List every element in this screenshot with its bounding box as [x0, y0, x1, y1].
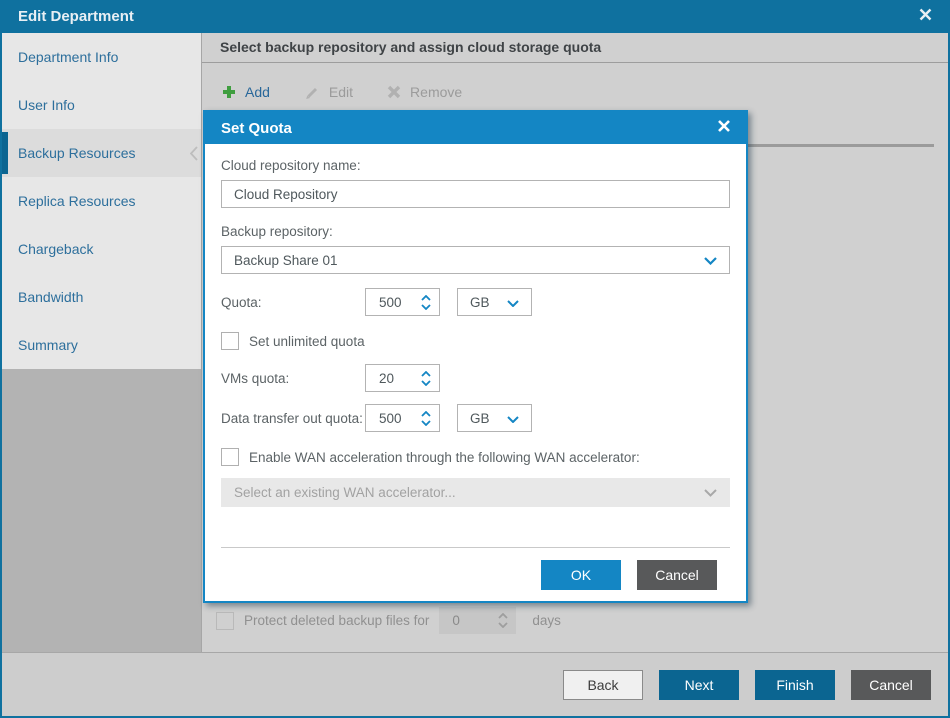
backup-repo-value: Backup Share 01 — [234, 252, 338, 268]
sidebar-items: Department Info User Info Backup Resourc… — [2, 33, 201, 369]
window-close-button[interactable] — [914, 6, 936, 28]
back-button[interactable]: Back — [563, 669, 643, 700]
chevron-up-icon[interactable] — [421, 294, 431, 301]
set-quota-close-button[interactable] — [712, 116, 736, 140]
chevron-down-icon[interactable] — [498, 622, 508, 629]
wan-accelerator-select[interactable]: Select an existing WAN accelerator... — [221, 478, 730, 507]
quota-unit-value: GB — [470, 294, 490, 310]
wan-acceleration-checkbox[interactable] — [221, 448, 239, 466]
quota-unit-select[interactable]: GB — [457, 288, 532, 316]
transfer-quota-label: Data transfer out quota: — [221, 410, 363, 426]
sidebar-item-replica-resources[interactable]: Replica Resources — [2, 177, 201, 225]
protect-deleted-files-checkbox[interactable] — [216, 611, 234, 630]
sidebar-item-summary[interactable]: Summary — [2, 321, 201, 369]
stepper-arrows — [498, 612, 516, 629]
set-quota-titlebar: Set Quota — [205, 112, 746, 144]
set-quota-body: Cloud repository name: Backup repository… — [205, 144, 746, 590]
repo-name-input[interactable] — [221, 180, 730, 208]
chevron-down-icon[interactable] — [421, 303, 431, 310]
unlimited-quota-row: Set unlimited quota — [221, 332, 730, 350]
chevron-down-icon[interactable] — [421, 379, 431, 386]
set-quota-title: Set Quota — [221, 119, 292, 137]
vms-quota-value: 20 — [379, 370, 395, 386]
edit-department-window: Edit Department Department Info User Inf… — [0, 0, 950, 718]
set-quota-dialog: Set Quota Cloud repository name: Backup … — [203, 110, 748, 603]
stepper-arrows — [421, 370, 439, 386]
chevron-up-icon[interactable] — [421, 410, 431, 417]
x-icon — [387, 85, 401, 99]
ok-button[interactable]: OK — [541, 560, 621, 590]
sidebar-item-label: Bandwidth — [18, 289, 84, 305]
chevron-up-icon[interactable] — [498, 612, 508, 619]
sidebar-item-chargeback[interactable]: Chargeback — [2, 225, 201, 273]
pencil-icon — [304, 84, 320, 100]
wizard-footer: Back Next Finish Cancel — [2, 652, 948, 716]
sidebar-item-user-info[interactable]: User Info — [2, 81, 201, 129]
list-divider — [748, 144, 934, 147]
quota-row: Quota: 500 GB — [221, 288, 730, 316]
unlimited-quota-label: Set unlimited quota — [249, 333, 365, 349]
transfer-quota-row: Data transfer out quota: 500 GB — [221, 404, 730, 432]
protect-deleted-files-label: Protect deleted backup files for — [244, 613, 430, 628]
transfer-unit-select[interactable]: GB — [457, 404, 532, 432]
wan-acceleration-label: Enable WAN acceleration through the foll… — [249, 449, 640, 465]
close-icon — [919, 8, 932, 25]
close-icon — [717, 119, 731, 137]
chevron-down-icon — [704, 253, 717, 268]
wizard-sidebar: Department Info User Info Backup Resourc… — [2, 33, 202, 652]
transfer-unit-value: GB — [470, 410, 490, 426]
finish-button[interactable]: Finish — [755, 669, 835, 700]
sidebar-item-label: Replica Resources — [18, 193, 136, 209]
vms-quota-stepper[interactable]: 20 — [365, 364, 440, 392]
sidebar-item-label: Chargeback — [18, 241, 94, 257]
backup-repo-select[interactable]: Backup Share 01 — [221, 246, 730, 274]
wan-acceleration-row: Enable WAN acceleration through the foll… — [221, 448, 730, 466]
remove-button[interactable]: Remove — [387, 84, 462, 100]
sidebar-item-label: Department Info — [18, 49, 119, 65]
protect-days-suffix: days — [532, 613, 561, 628]
quota-stepper[interactable]: 500 — [365, 288, 440, 316]
vms-quota-label: VMs quota: — [221, 370, 290, 386]
quota-label: Quota: — [221, 294, 262, 310]
chevron-left-icon — [189, 146, 198, 161]
repo-name-label: Cloud repository name: — [221, 158, 361, 173]
protect-days-value: 0 — [452, 613, 460, 628]
window-title: Edit Department — [18, 8, 134, 25]
chevron-down-icon — [507, 295, 519, 310]
next-button[interactable]: Next — [659, 669, 739, 700]
vms-quota-row: VMs quota: 20 — [221, 364, 730, 392]
sidebar-item-label: User Info — [18, 97, 75, 113]
transfer-quota-value: 500 — [379, 410, 402, 426]
stepper-arrows — [421, 410, 439, 426]
protect-days-stepper: 0 — [439, 607, 517, 634]
transfer-quota-stepper[interactable]: 500 — [365, 404, 440, 432]
chevron-down-icon[interactable] — [421, 419, 431, 426]
sidebar-item-bandwidth[interactable]: Bandwidth — [2, 273, 201, 321]
edit-button-label: Edit — [328, 84, 354, 100]
sidebar-item-backup-resources[interactable]: Backup Resources — [2, 129, 201, 177]
cancel-button[interactable]: Cancel — [851, 669, 931, 700]
add-button-label: Add — [245, 84, 270, 100]
window-titlebar: Edit Department — [2, 0, 948, 33]
wan-accelerator-placeholder: Select an existing WAN accelerator... — [234, 485, 456, 500]
dialog-cancel-button[interactable]: Cancel — [637, 560, 717, 590]
backup-repo-label: Backup repository: — [221, 224, 333, 239]
sidebar-item-label: Summary — [18, 337, 78, 353]
add-button[interactable]: Add — [222, 84, 270, 100]
unlimited-quota-checkbox[interactable] — [221, 332, 239, 350]
repository-toolbar: Add Edit Remove — [202, 63, 948, 100]
step-title: Select backup repository and assign clou… — [202, 33, 948, 63]
quota-value: 500 — [379, 294, 402, 310]
stepper-arrows — [421, 294, 439, 310]
edit-button[interactable]: Edit — [304, 84, 353, 100]
set-quota-footer: OK Cancel — [221, 547, 730, 590]
sidebar-item-label: Backup Resources — [18, 145, 136, 161]
remove-button-label: Remove — [410, 84, 463, 100]
protect-deleted-files-row: Protect deleted backup files for 0 days — [216, 607, 561, 634]
sidebar-item-department-info[interactable]: Department Info — [2, 33, 201, 81]
chevron-down-icon — [507, 411, 519, 426]
plus-icon — [222, 85, 236, 99]
chevron-down-icon — [704, 485, 717, 500]
chevron-up-icon[interactable] — [421, 370, 431, 377]
